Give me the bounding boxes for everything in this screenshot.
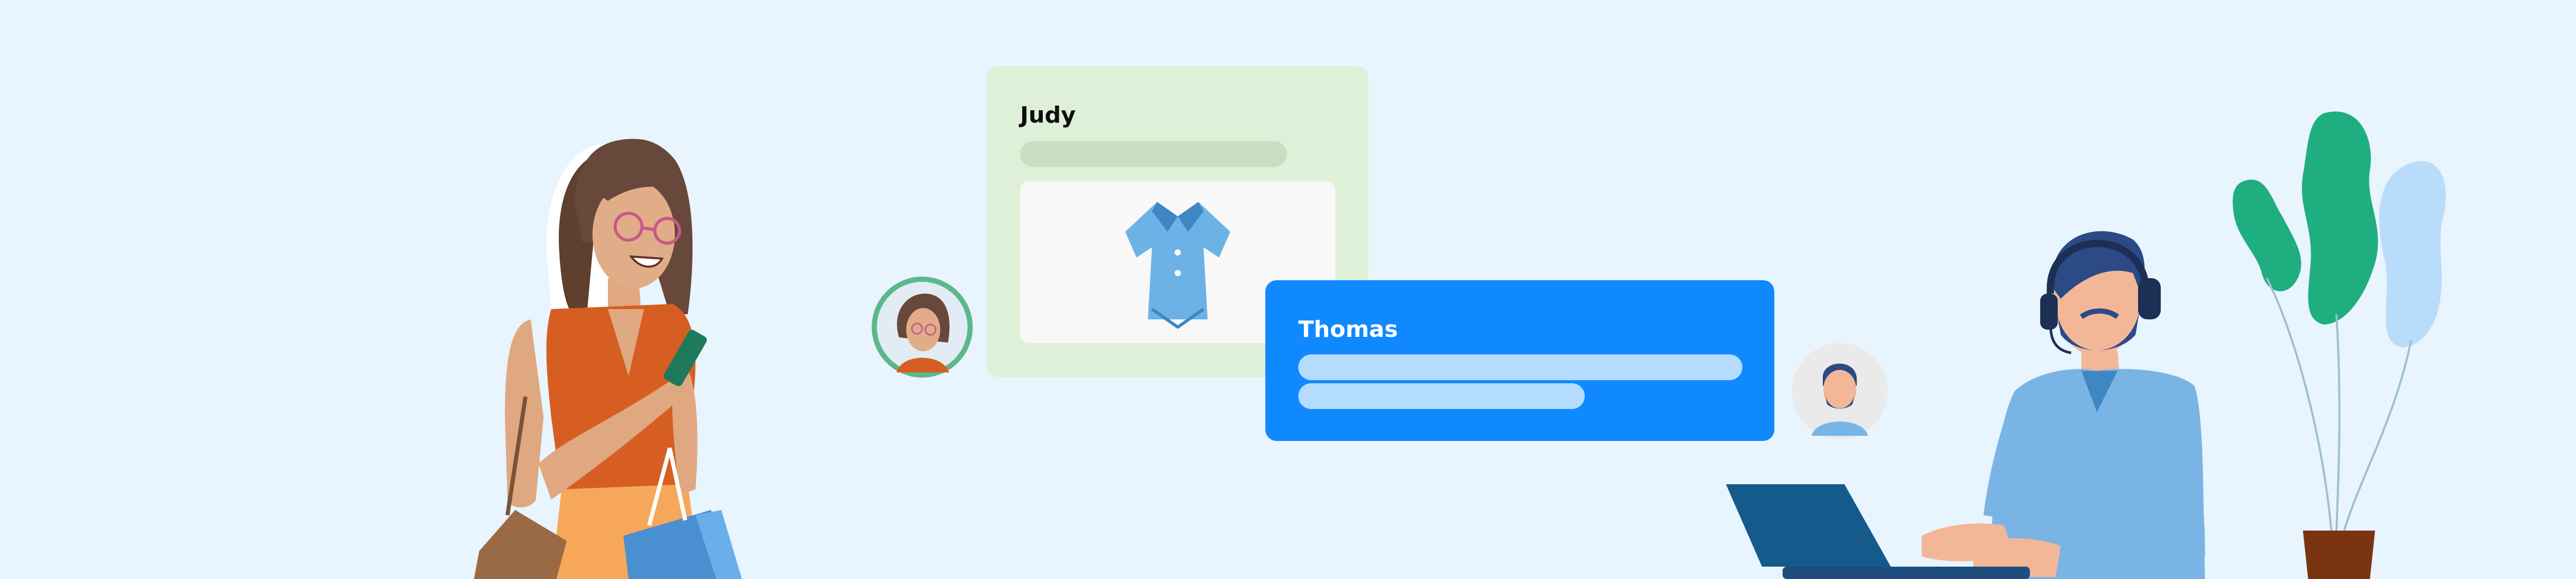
woman-shopper-illustration bbox=[453, 129, 793, 579]
shirt-icon bbox=[1116, 196, 1240, 329]
judy-avatar bbox=[871, 276, 974, 379]
thomas-name: Thomas bbox=[1298, 316, 1398, 343]
support-agent-illustration bbox=[1726, 216, 2246, 579]
plant-icon bbox=[2205, 108, 2473, 579]
judy-text-placeholder bbox=[1020, 141, 1287, 167]
thomas-message-card: Thomas bbox=[1265, 280, 1774, 441]
thomas-text-placeholder-1 bbox=[1298, 354, 1742, 380]
judy-name: Judy bbox=[1020, 102, 1076, 128]
thomas-text-placeholder-2 bbox=[1298, 383, 1585, 409]
